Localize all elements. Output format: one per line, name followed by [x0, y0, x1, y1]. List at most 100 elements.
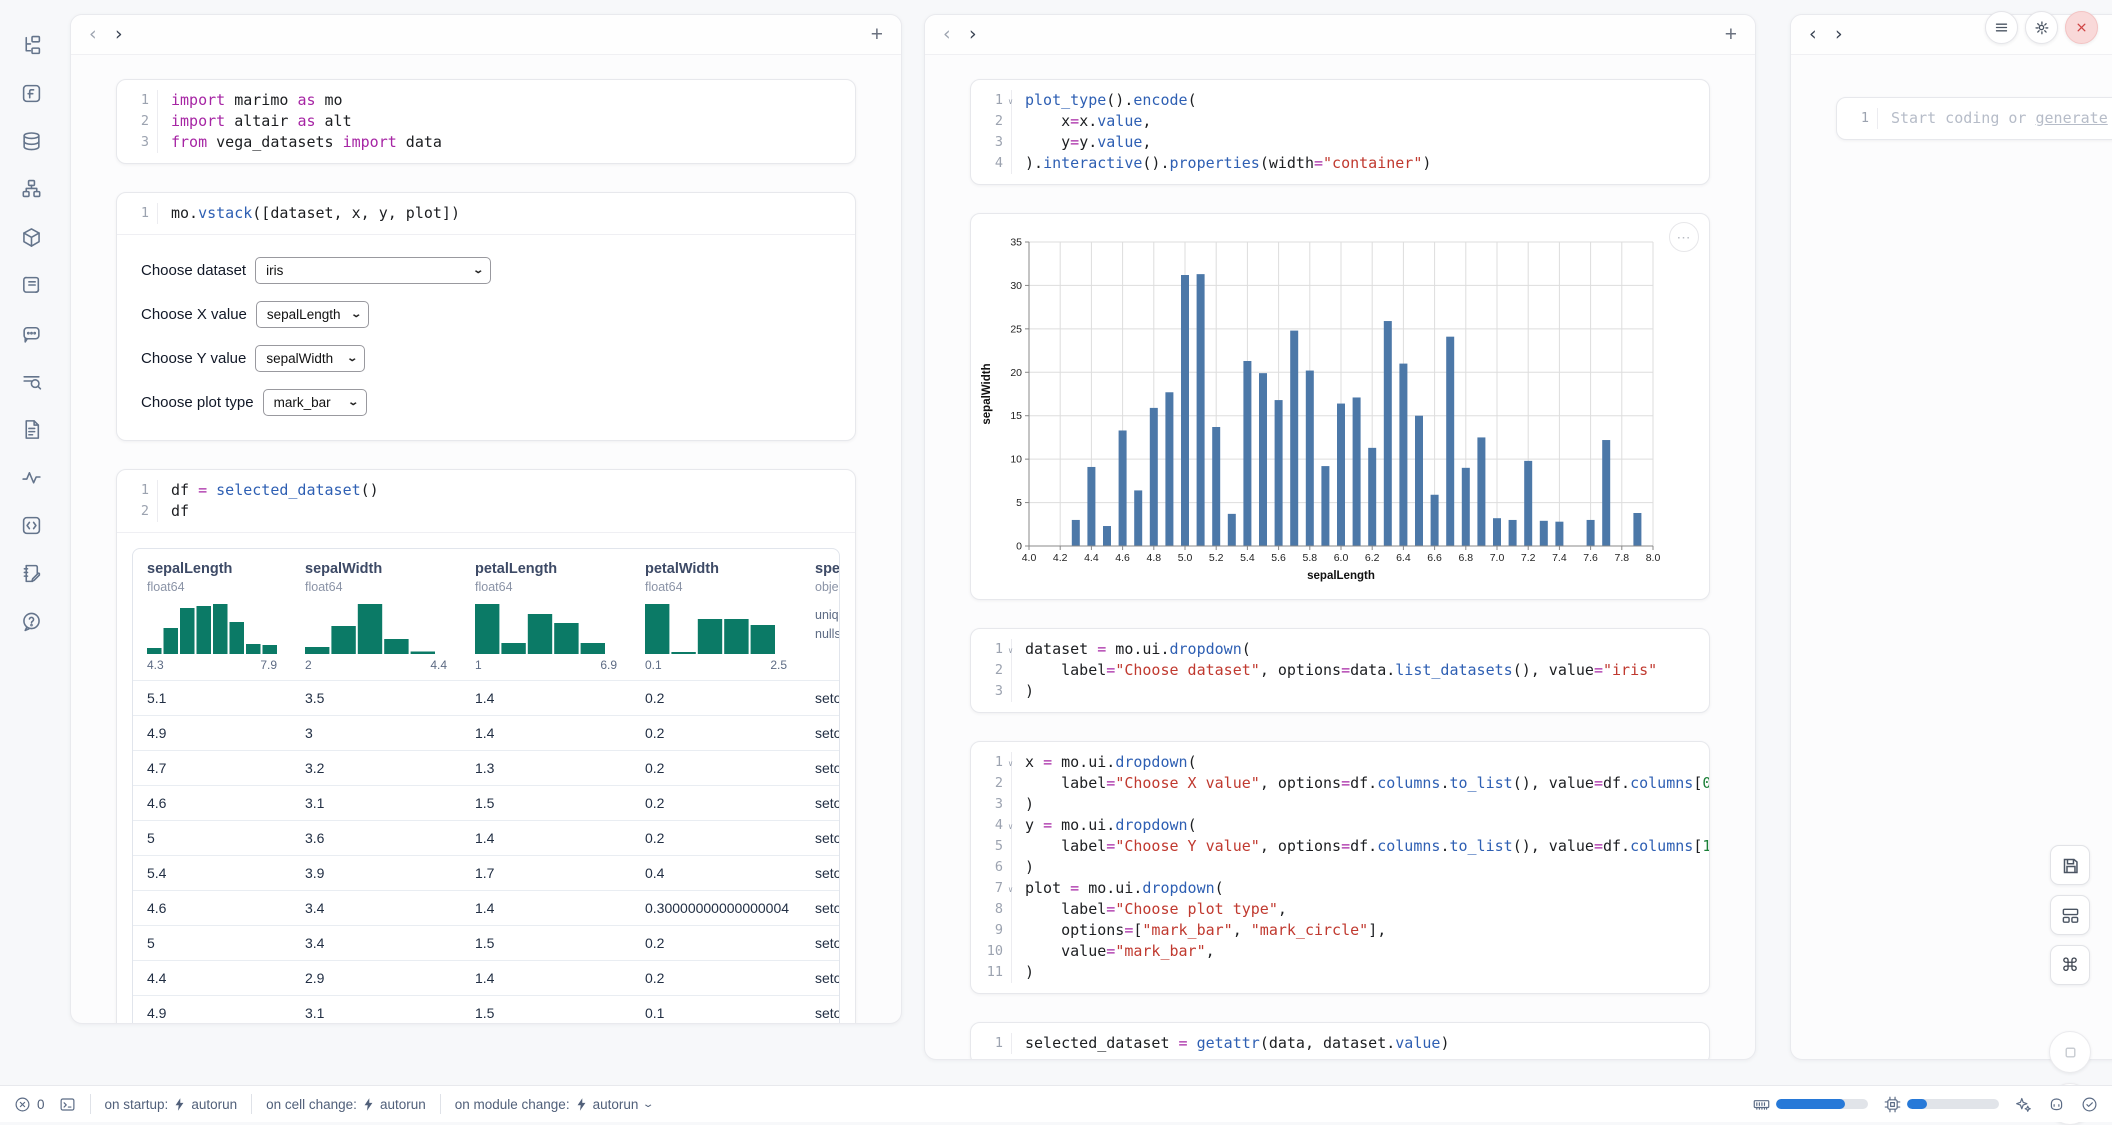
generate-link[interactable]: generate — [2036, 109, 2108, 127]
close-button[interactable] — [2065, 11, 2098, 44]
code-editor[interactable]: 1df = selected_dataset()2df — [117, 470, 855, 532]
copilot-button[interactable] — [2048, 1096, 2065, 1113]
function-f-button[interactable] — [14, 76, 48, 110]
vstack-cell[interactable]: 1mo.vstack([dataset, x, y, plot]) Choose … — [116, 192, 856, 441]
dropdown-row: Choose dataset iris ⌄ — [141, 257, 831, 284]
on-module-change-setting[interactable]: on module change: autorun⌄ — [455, 1097, 653, 1112]
column-header[interactable]: petalWidth float64 0.12.5 — [631, 549, 801, 680]
column-type: float64 — [305, 580, 447, 594]
connection-status-button[interactable] — [2081, 1096, 2098, 1113]
code-editor[interactable]: 1∨dataset = mo.ui.dropdown(2 label="Choo… — [971, 629, 1709, 712]
menu-button[interactable] — [1985, 11, 2018, 44]
terminal-button[interactable] — [59, 1096, 76, 1113]
tracing-pulse-icon — [21, 467, 42, 488]
code-editor[interactable]: 1import marimo as mo2import altair as al… — [117, 80, 855, 163]
file-tree-button[interactable] — [14, 28, 48, 62]
scroll-button[interactable] — [14, 268, 48, 302]
scroll-left-button[interactable]: ‹ — [943, 25, 969, 44]
add-cell-button[interactable]: + — [871, 24, 883, 45]
table-row: 4.63.11.50.2setos — [133, 785, 839, 820]
table-cell: 5 — [133, 821, 291, 855]
tracing-pulse-button[interactable] — [14, 460, 48, 494]
table-row: 4.63.41.40.30000000000000004setos — [133, 890, 839, 925]
table-row: 5.13.51.40.2setos — [133, 680, 839, 715]
dropdown-value: mark_bar — [274, 395, 331, 410]
dataset-dropdown-cell[interactable]: 1∨dataset = mo.ui.dropdown(2 label="Choo… — [970, 628, 1710, 713]
chat-bot-button[interactable] — [14, 316, 48, 350]
code-brackets-button[interactable] — [14, 508, 48, 542]
logs-search-button[interactable] — [14, 364, 48, 398]
scroll-right-button[interactable]: › — [1835, 25, 1861, 44]
dependency-graph-button[interactable] — [14, 172, 48, 206]
help-question-button[interactable] — [14, 604, 48, 638]
line-number: 1∨ — [971, 639, 1011, 660]
dataframe-cell[interactable]: 1df = selected_dataset()2df sepalLength f… — [116, 469, 856, 1024]
fold-chevron-icon[interactable]: ∨ — [1008, 640, 1013, 661]
package-cube-button[interactable] — [14, 220, 48, 254]
scroll-right-button[interactable]: › — [115, 25, 141, 44]
empty-cell[interactable]: 1 Start coding or generate with AI — [1836, 97, 2112, 140]
fold-chevron-icon[interactable]: ∨ — [1008, 816, 1013, 837]
code-line: y=y.value, — [1011, 132, 1151, 153]
dropdown-select[interactable]: mark_bar ⌄ — [263, 389, 367, 416]
layout-toggle-button[interactable] — [2050, 895, 2090, 935]
column-header[interactable]: sepalLength float64 4.37.9 — [133, 549, 291, 680]
column-range: 16.9 — [475, 658, 617, 672]
altair-chart-output[interactable]: 051015202530354.04.24.44.64.85.05.25.45.… — [970, 213, 1710, 600]
dropdown-value: sepalLength — [267, 307, 341, 322]
line-number: 2 — [971, 111, 1011, 132]
fold-chevron-icon[interactable]: ∨ — [1008, 879, 1013, 900]
svg-text:7.2: 7.2 — [1521, 552, 1536, 564]
code-placeholder[interactable]: Start coding or generate with AI — [1877, 108, 2112, 129]
svg-text:6.0: 6.0 — [1334, 552, 1349, 564]
scratchpad-button[interactable] — [14, 556, 48, 590]
chart-options-button[interactable]: ⋯ — [1669, 222, 1699, 252]
snippets-doc-button[interactable] — [14, 412, 48, 446]
dropdown-select[interactable]: iris ⌄ — [255, 257, 491, 284]
code-editor[interactable]: 1∨plot_type().encode(2 x=x.value,3 y=y.v… — [971, 80, 1709, 184]
scroll-right-button[interactable]: › — [969, 25, 995, 44]
column-header[interactable]: sepalWidth float64 24.4 — [291, 549, 461, 680]
column-header[interactable]: petalLength float64 16.9 — [461, 549, 631, 680]
cpu-usage — [1884, 1096, 1999, 1113]
keyboard-shortcuts-button[interactable]: ⌘ — [2050, 945, 2090, 985]
column-header[interactable]: speci objecuniqunulls: — [801, 549, 839, 680]
code-editor[interactable]: 1∨x = mo.ui.dropdown(2 label="Choose X v… — [971, 742, 1709, 993]
svg-text:5.0: 5.0 — [1178, 552, 1193, 564]
selected-dataset-cell[interactable]: 1selected_dataset = getattr(data, datase… — [970, 1022, 1710, 1060]
plot-encode-cell[interactable]: 1∨plot_type().encode(2 x=x.value,3 y=y.v… — [970, 79, 1710, 185]
on-startup-setting[interactable]: on startup: autorun — [105, 1097, 238, 1112]
code-line: selected_dataset = getattr(data, dataset… — [1011, 1033, 1449, 1054]
line-number: 1 — [971, 1033, 1011, 1054]
table-cell: 1.3 — [461, 751, 631, 785]
table-cell: 1.4 — [461, 716, 631, 750]
package-cube-icon — [21, 227, 42, 248]
svg-text:7.6: 7.6 — [1583, 552, 1598, 564]
fold-chevron-icon[interactable]: ∨ — [1008, 91, 1013, 112]
add-cell-button[interactable]: + — [1725, 24, 1737, 45]
code-editor[interactable]: 1mo.vstack([dataset, x, y, plot]) — [117, 193, 855, 234]
line-number: 1 — [1837, 108, 1877, 129]
line-number: 3 — [971, 794, 1011, 815]
settings-button[interactable] — [2025, 11, 2058, 44]
error-count-badge[interactable]: 0 — [14, 1096, 45, 1113]
chevron-down-icon: ⌄ — [472, 265, 484, 276]
table-row: 4.93.11.50.1setos — [133, 995, 839, 1024]
xy-plot-dropdowns-cell[interactable]: 1∨x = mo.ui.dropdown(2 label="Choose X v… — [970, 741, 1710, 994]
dropdown-label: Choose Y value — [141, 350, 246, 367]
chat-bot-icon — [21, 323, 42, 344]
imports-cell[interactable]: 1import marimo as mo2import altair as al… — [116, 79, 856, 164]
fold-chevron-icon[interactable]: ∨ — [1008, 753, 1013, 774]
save-button[interactable] — [2050, 845, 2090, 885]
on-cell-change-setting[interactable]: on cell change: autorun — [266, 1097, 426, 1112]
code-editor[interactable]: 1selected_dataset = getattr(data, datase… — [971, 1023, 1709, 1060]
code-line: ) — [1011, 962, 1034, 983]
dropdown-select[interactable]: sepalLength ⌄ — [256, 301, 369, 328]
scroll-left-button[interactable]: ‹ — [89, 25, 115, 44]
scroll-left-button[interactable]: ‹ — [1809, 25, 1835, 44]
dropdown-select[interactable]: sepalWidth ⌄ — [255, 345, 365, 372]
line-number: 3 — [117, 132, 157, 153]
stop-button[interactable] — [2049, 1031, 2091, 1073]
database-button[interactable] — [14, 124, 48, 158]
ai-assist-button[interactable] — [2015, 1096, 2032, 1113]
